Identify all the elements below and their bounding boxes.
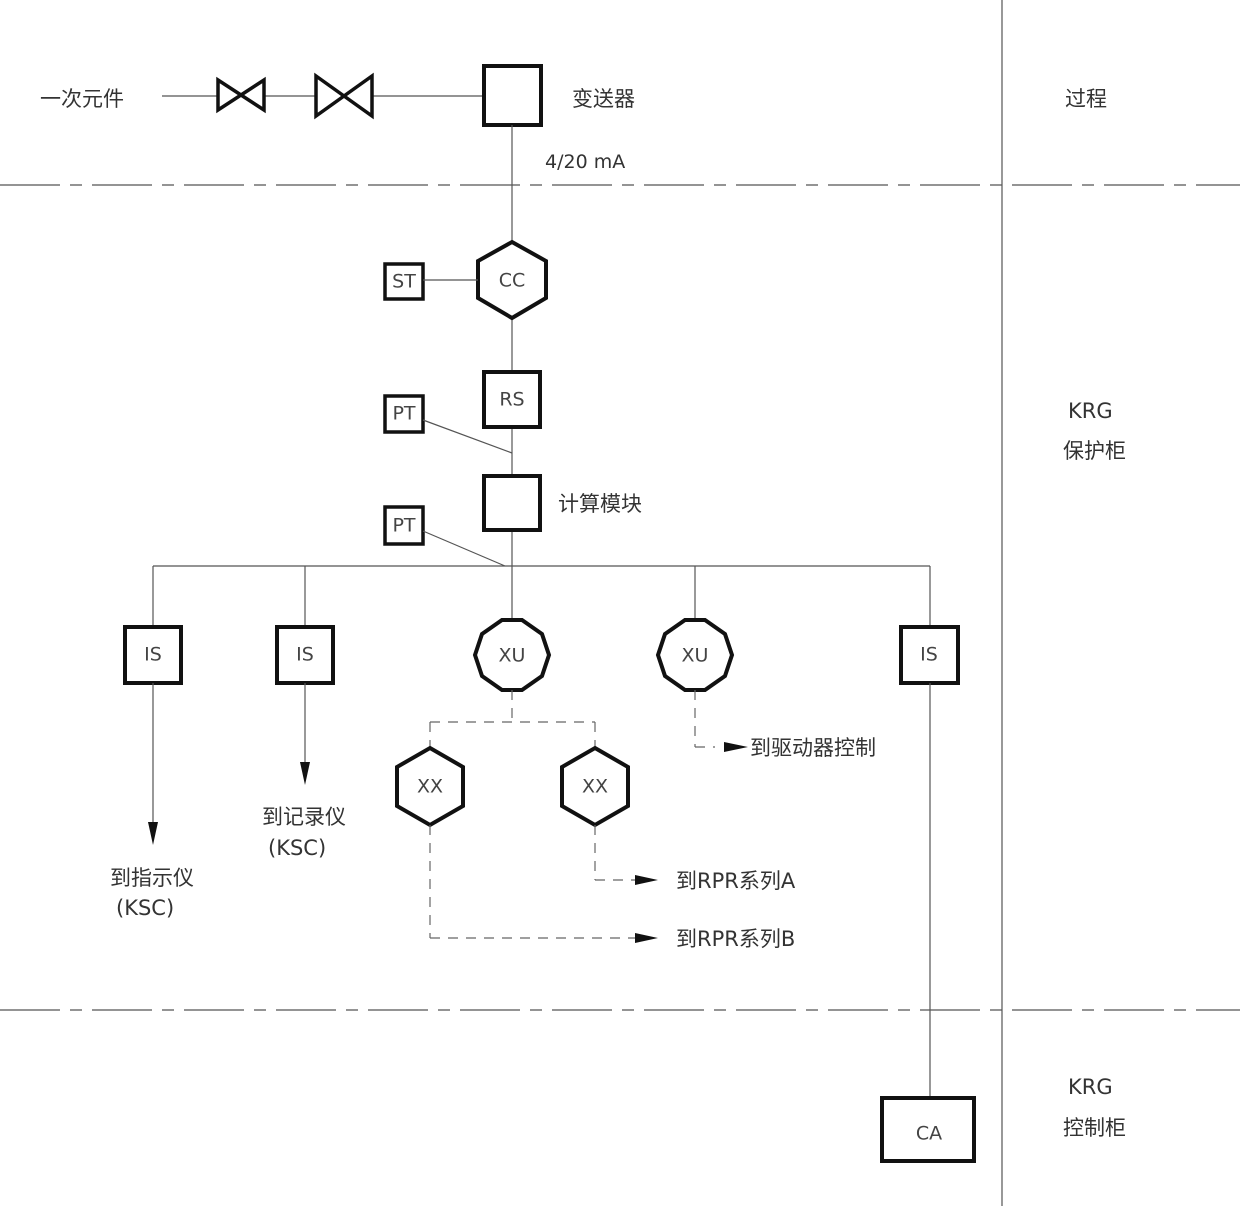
cc-label: CC (499, 270, 526, 292)
transmitter-label: 变送器 (572, 87, 635, 111)
is-label-3: IS (920, 644, 938, 666)
is-label-2: IS (296, 644, 314, 666)
indicator-label-2: (KSC) (116, 896, 174, 920)
arrow-down-icon (148, 822, 158, 845)
xx-label-1: XX (417, 776, 443, 798)
arrow-right-icon (635, 933, 658, 943)
arrow-down-icon (300, 762, 310, 785)
is-label-1: IS (144, 644, 162, 666)
calc-module-label: 计算模块 (558, 492, 642, 516)
instrument-loop-diagram: 过程 KRG 保护柜 KRG 控制柜 一次元件 变送器 4/20 mA CC S… (0, 0, 1240, 1206)
zone-label-control-2: 控制柜 (1063, 1116, 1126, 1140)
primary-element-label: 一次元件 (40, 87, 124, 111)
zone-label-protection-2: 保护柜 (1063, 439, 1126, 463)
rs-label: RS (499, 389, 524, 411)
pt-label-2: PT (392, 515, 415, 537)
rpr-b-label: 到RPR系列B (676, 927, 795, 951)
valve-icon (216, 76, 266, 114)
ca-label: CA (916, 1123, 942, 1145)
arrow-right-icon (724, 742, 748, 752)
indicator-label-1: 到指示仪 (110, 866, 194, 890)
recorder-label-2: (KSC) (268, 836, 326, 860)
actuator-label: 到驱动器控制 (750, 736, 876, 760)
xx-label-2: XX (582, 776, 608, 798)
pt-label-1: PT (392, 403, 415, 425)
rpr-a-label: 到RPR系列A (676, 869, 796, 893)
valve-icon (314, 72, 374, 120)
zone-label-control-1: KRG (1068, 1075, 1113, 1099)
signal-label: 4/20 mA (545, 151, 625, 173)
zone-label-protection-1: KRG (1068, 399, 1113, 423)
pt-link-2 (422, 530, 506, 567)
zone-label-process: 过程 (1065, 87, 1107, 111)
arrow-right-icon (635, 875, 658, 885)
xu-label-2: XU (682, 645, 709, 667)
st-label: ST (392, 271, 416, 293)
xu-label-1: XU (499, 645, 526, 667)
calc-module-box (482, 474, 542, 532)
recorder-label-1: 到记录仪 (262, 805, 346, 829)
transmitter-box (482, 64, 543, 127)
